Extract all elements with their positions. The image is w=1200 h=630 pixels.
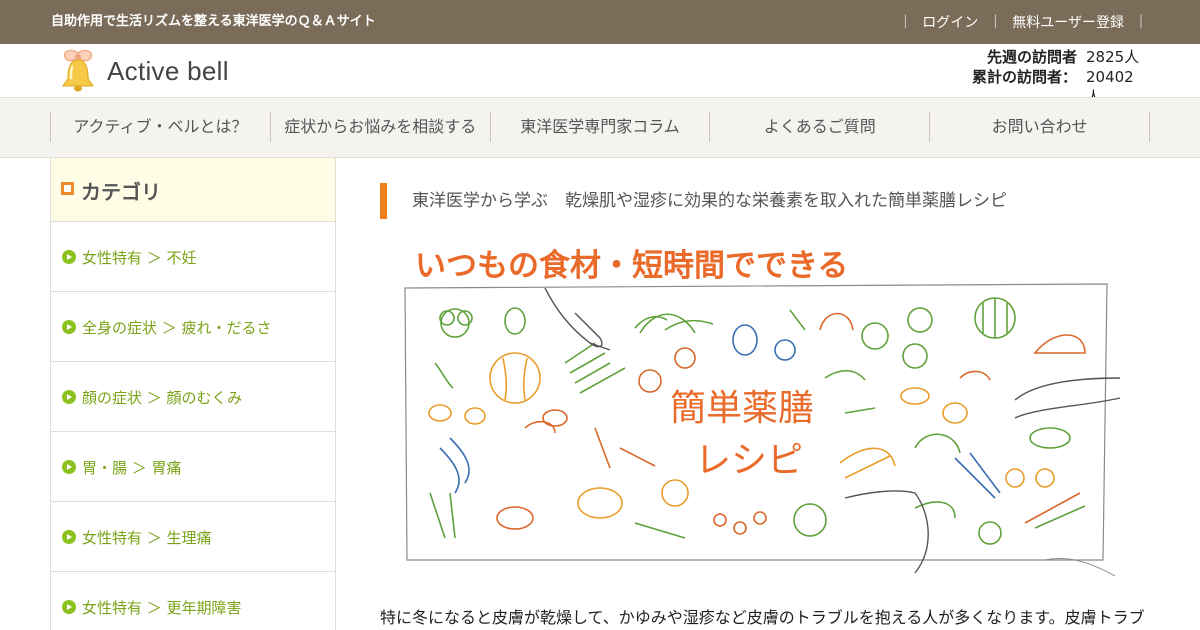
nav-item-about[interactable]: アクティブ・ベルとは？ <box>51 112 271 142</box>
category-item[interactable]: 女性特有 ＞ 生理痛 <box>51 502 335 572</box>
illustration-subtitle: レシピ <box>695 440 803 481</box>
category-label: 女性特有 ＞ 不妊 <box>82 249 197 267</box>
separator: ｜ <box>1134 15 1148 31</box>
nav-item-consult[interactable]: 症状からお悩みを相談する <box>271 112 491 142</box>
bell-icon <box>62 49 94 92</box>
arrow-circle-icon <box>62 460 76 474</box>
site-logo[interactable]: Active bell <box>58 49 229 93</box>
category-item[interactable]: 女性特有 ＞ 不妊 <box>51 222 335 292</box>
logo-text: Active bell <box>107 55 229 86</box>
visitor-row-weekly: 先週の訪問者 2825人 <box>972 47 1148 67</box>
account-links: ｜ ログイン ｜ 無料ユーザー登録 ｜ <box>898 12 1148 32</box>
category-label: 胃・腸 ＞ 胃痛 <box>82 459 182 477</box>
login-link[interactable]: ログイン <box>922 12 978 32</box>
visitor-value: 2825人 <box>1086 48 1140 66</box>
sidebar-header: カテゴリ <box>51 158 335 222</box>
recipe-illustration: いつもの食材・短時間でできる 簡単薬膳 レシピ <box>404 248 1121 577</box>
category-label: 全身の症状 ＞ 疲れ・だるさ <box>82 319 272 337</box>
site-tagline: 自助作用で生活リズムを整える東洋医学のＱ＆Ａサイト <box>51 14 376 29</box>
separator: ｜ <box>898 15 913 31</box>
arrow-circle-icon <box>62 250 76 264</box>
category-label: 女性特有 ＞ 更年期障害 <box>82 599 242 617</box>
arrow-circle-icon <box>62 600 76 614</box>
arrow-circle-icon <box>62 390 76 404</box>
square-bullet-icon <box>61 182 74 195</box>
register-link[interactable]: 無料ユーザー登録 <box>1012 12 1124 32</box>
article-body: 特に冬になると皮膚が乾燥して、かゆみや湿疹など皮膚のトラブルを抱える人が多くなり… <box>380 608 1145 627</box>
site-header: Active bell 先週の訪問者 2825人 累計の訪問者： 20402人 <box>0 44 1200 106</box>
article-title: 東洋医学から学ぶ 乾燥肌や湿疹に効果的な栄養素を取入れた簡単薬膳レシピ <box>380 183 1007 219</box>
global-nav: アクティブ・ベルとは？ 症状からお悩みを相談する 東洋医学専門家コラム よくある… <box>0 97 1200 158</box>
nav-item-column[interactable]: 東洋医学専門家コラム <box>491 112 711 142</box>
illustration-headline: いつもの食材・短時間でできる <box>415 248 848 284</box>
illustration-title: 簡単薬膳 <box>670 388 814 429</box>
top-bar: 自助作用で生活リズムを整える東洋医学のＱ＆Ａサイト ｜ ログイン ｜ 無料ユーザ… <box>0 0 1200 44</box>
category-item[interactable]: 胃・腸 ＞ 胃痛 <box>51 432 335 502</box>
nav-item-faq[interactable]: よくあるご質問 <box>710 112 931 142</box>
category-label: 顔の症状 ＞ 顔のむくみ <box>82 389 243 407</box>
nav-item-contact[interactable]: お問い合わせ <box>930 112 1150 142</box>
arrow-circle-icon <box>62 530 76 544</box>
category-label: 女性特有 ＞ 生理痛 <box>82 529 212 547</box>
arrow-circle-icon <box>62 320 76 334</box>
category-item[interactable]: 女性特有 ＞ 更年期障害 <box>51 572 335 630</box>
sidebar-title: カテゴリ <box>81 180 161 204</box>
category-item[interactable]: 全身の症状 ＞ 疲れ・だるさ <box>51 292 335 362</box>
visitor-label: 先週の訪問者 <box>986 48 1077 66</box>
category-item[interactable]: 顔の症状 ＞ 顔のむくみ <box>51 362 335 432</box>
separator: ｜ <box>988 15 1003 31</box>
category-sidebar: カテゴリ 女性特有 ＞ 不妊 全身の症状 ＞ 疲れ・だるさ 顔の症状 ＞ 顔のむ… <box>50 158 336 630</box>
